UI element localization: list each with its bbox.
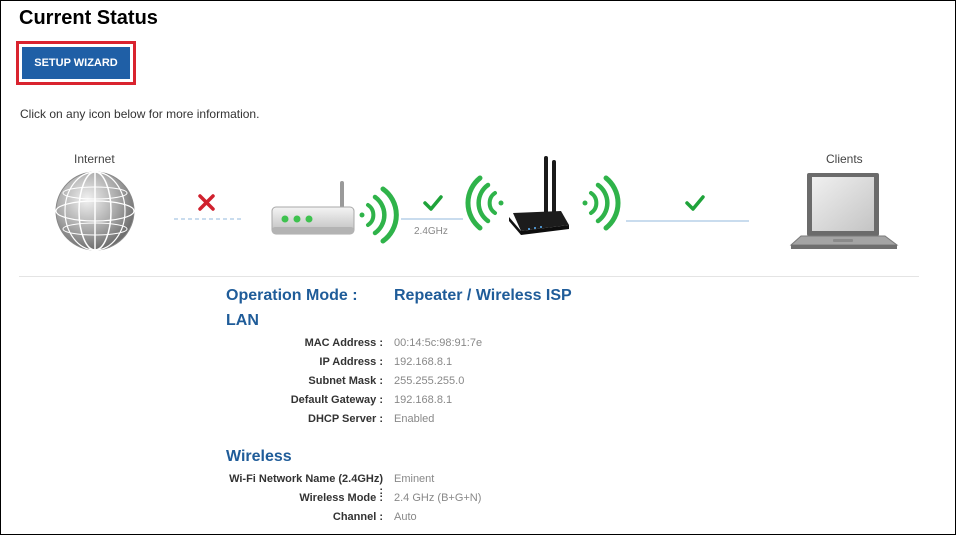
mac-address-value: 00:14:5c:98:91:7e <box>394 337 483 349</box>
setup-wizard-button[interactable]: SETUP WIZARD <box>22 47 130 79</box>
wireless-mode-value: 2.4 GHz (B+G+N) <box>394 492 482 504</box>
wizard-highlight: SETUP WIZARD <box>16 41 136 85</box>
ip-address-value: 192.168.8.1 <box>394 356 453 368</box>
divider <box>19 276 919 277</box>
modem-icon[interactable] <box>271 181 355 235</box>
router-icon[interactable] <box>509 156 569 235</box>
default-gateway-value: 192.168.8.1 <box>394 394 453 406</box>
wifi-signal-icon <box>465 175 504 231</box>
lan-section-title: LAN <box>226 312 259 329</box>
channel-label: Channel : <box>332 511 383 523</box>
dhcp-server-value: Enabled <box>394 413 435 425</box>
laptop-icon[interactable] <box>789 173 899 249</box>
check-icon <box>685 195 705 211</box>
wireless-section-title: Wireless <box>226 448 292 465</box>
default-gateway-label: Default Gateway : <box>290 394 383 406</box>
check-icon <box>423 195 443 211</box>
status-page: Current Status SETUP WIZARD Click on any… <box>0 0 956 535</box>
x-icon <box>198 194 215 211</box>
dhcp-server-label: DHCP Server : <box>308 413 383 425</box>
page-title: Current Status <box>19 7 158 29</box>
network-diagram <box>55 156 899 251</box>
ip-address-label: IP Address : <box>319 356 383 368</box>
subnet-mask-label: Subnet Mask : <box>308 375 383 387</box>
subnet-mask-value: 255.255.255.0 <box>394 375 465 387</box>
wifi-signal-icon <box>359 186 399 244</box>
band-label: 2.4GHz <box>414 226 448 237</box>
operation-mode-label: Operation Mode : <box>226 287 358 304</box>
wifi-network-name-value: Eminent <box>394 473 435 485</box>
globe-icon[interactable] <box>55 171 135 251</box>
wifi-signal-icon <box>582 175 621 231</box>
channel-value: Auto <box>394 511 417 523</box>
instructions-text: Click on any icon below for more informa… <box>20 107 260 121</box>
mac-address-label: MAC Address : <box>304 337 383 349</box>
operation-mode-value: Repeater / Wireless ISP <box>394 287 572 304</box>
wireless-mode-label: Wireless Mode : <box>299 492 383 504</box>
